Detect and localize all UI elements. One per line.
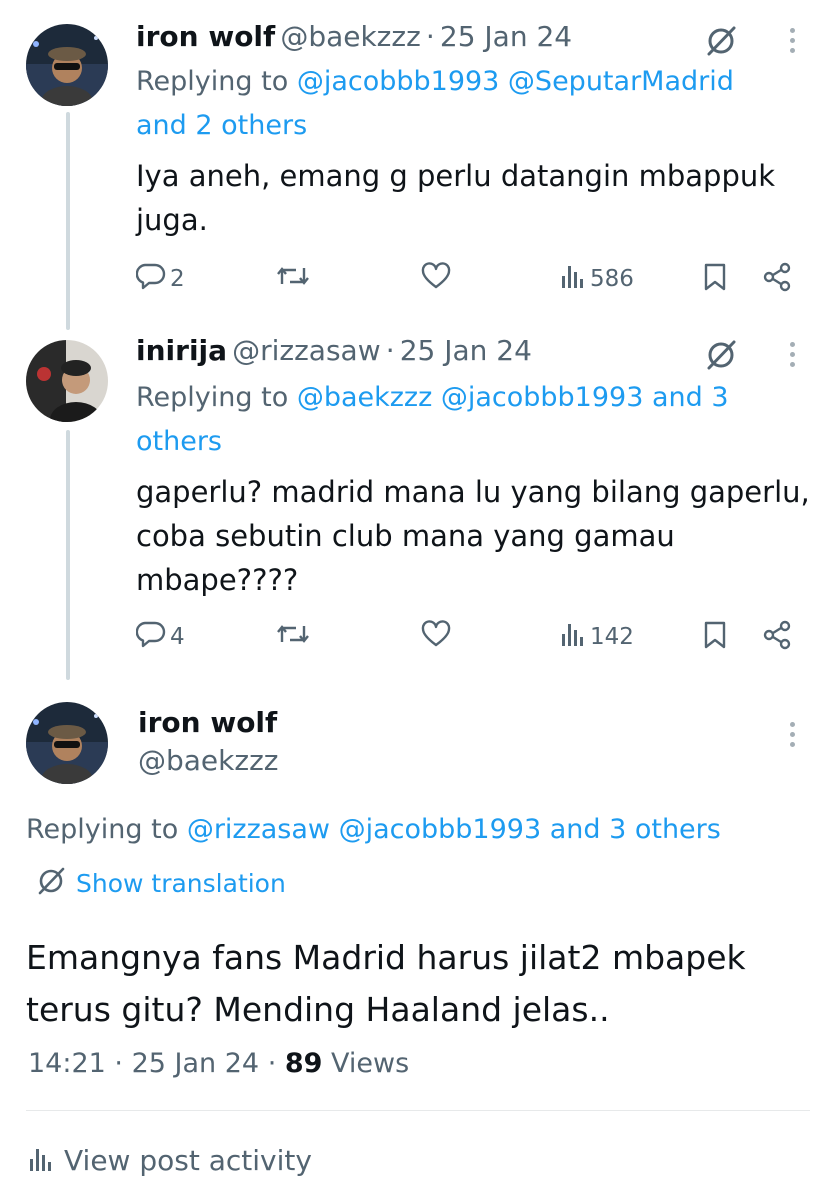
tweet-text: Iya aneh, emang g perlu datangin mbappuk: [136, 159, 776, 193]
view-post-activity-label: View post activity: [64, 1144, 312, 1177]
views-count: 142: [590, 624, 634, 650]
more-icon[interactable]: [788, 722, 796, 747]
like-icon[interactable]: [420, 620, 452, 652]
bookmark-icon[interactable]: [702, 620, 728, 654]
thread-line: [66, 112, 70, 330]
views-count: 89: [284, 1048, 323, 1079]
tweet-text: terus gitu? Mending Haaland jelas..: [26, 990, 610, 1029]
author-name[interactable]: inirija: [136, 334, 227, 367]
author-name[interactable]: iron wolf: [136, 20, 275, 53]
author-handle[interactable]: @baekzzz: [138, 744, 278, 777]
author-name[interactable]: iron wolf: [138, 706, 277, 739]
views-count: 586: [590, 266, 634, 292]
views-button[interactable]: 142: [560, 620, 634, 654]
separator: ·: [114, 1048, 123, 1079]
retweet-icon[interactable]: [276, 262, 310, 294]
tweet-text: gaperlu? madrid mana lu yang bilang gape…: [136, 475, 810, 509]
views-icon: [560, 262, 586, 296]
reply-icon: [135, 620, 166, 654]
avatar[interactable]: [26, 24, 108, 106]
post-date[interactable]: 25 Jan 24: [440, 20, 572, 53]
avatar[interactable]: [26, 702, 108, 784]
reply-button[interactable]: 4: [135, 620, 185, 654]
author-handle[interactable]: @baekzzz: [280, 20, 420, 53]
avatar[interactable]: [26, 340, 108, 422]
tweet-text: mbape????: [136, 563, 299, 597]
tweet-text: juga.: [136, 203, 208, 237]
grok-icon[interactable]: [704, 24, 738, 62]
tweet-text: coba sebutin club mana yang gamau: [136, 519, 675, 553]
reply-icon: [135, 262, 166, 296]
post-time[interactable]: 14:21: [28, 1048, 106, 1079]
divider: [26, 1110, 810, 1111]
author-handle[interactable]: @rizzasaw: [232, 334, 381, 367]
translate-icon: [36, 866, 66, 900]
analytics-icon: [28, 1145, 54, 1177]
retweet-icon[interactable]: [276, 620, 310, 652]
replying-others[interactable]: and 2 others: [136, 104, 307, 148]
post-date[interactable]: 25 Jan 24: [132, 1048, 260, 1079]
replying-label: Replying to: [136, 382, 289, 413]
reply-count: 4: [170, 624, 185, 650]
show-translation-link[interactable]: Show translation: [36, 866, 286, 900]
tweet-text: Emangnya fans Madrid harus jilat2 mbapek: [26, 938, 746, 977]
replying-mentions[interactable]: @baekzzz @jacobbb1993 and 3: [297, 382, 729, 413]
views-icon: [560, 620, 586, 654]
replying-mentions[interactable]: @rizzasaw @jacobbb1993 and 3 others: [187, 814, 721, 845]
separator: ·: [267, 1048, 277, 1079]
bookmark-icon[interactable]: [702, 262, 728, 296]
separator: ·: [385, 334, 395, 367]
replying-others[interactable]: others: [136, 420, 222, 464]
post-date[interactable]: 25 Jan 24: [400, 334, 532, 367]
reply-button[interactable]: 2: [135, 262, 185, 296]
views-button[interactable]: 586: [560, 262, 634, 296]
views-label: Views: [331, 1048, 410, 1079]
reply-count: 2: [170, 266, 185, 292]
view-post-activity-link[interactable]: View post activity: [28, 1144, 312, 1177]
share-icon[interactable]: [762, 262, 792, 296]
share-icon[interactable]: [762, 620, 792, 654]
replying-label: Replying to: [136, 66, 289, 97]
grok-icon[interactable]: [704, 338, 738, 376]
more-icon[interactable]: [788, 342, 796, 367]
show-translation-label: Show translation: [76, 868, 286, 898]
replying-label: Replying to: [26, 814, 179, 845]
more-icon[interactable]: [788, 28, 796, 53]
replying-mentions[interactable]: @jacobbb1993 @SeputarMadrid: [297, 66, 734, 97]
separator: ·: [425, 20, 435, 53]
thread-line: [66, 430, 70, 680]
like-icon[interactable]: [420, 262, 452, 294]
